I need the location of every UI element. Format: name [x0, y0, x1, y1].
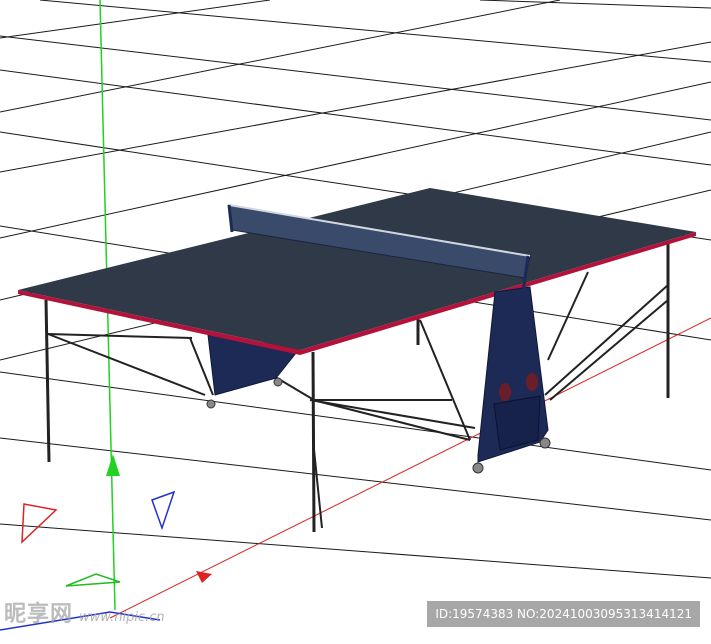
gizmo-red: [21, 503, 58, 544]
image-id-bar: ID:19574383 NO:20241003095313414121: [427, 601, 700, 627]
watermark: 昵享网 www.nipic.cn: [4, 596, 165, 628]
gizmo-blue: [151, 490, 176, 531]
watermark-brand: 昵享网: [4, 602, 74, 627]
y-axis-arrow-icon[interactable]: [106, 454, 120, 476]
ping-pong-table[interactable]: [18, 188, 696, 533]
table-top: [18, 188, 696, 350]
3d-viewport[interactable]: [0, 0, 711, 640]
x-axis-arrow-icon[interactable]: [196, 571, 212, 583]
paddle-left: [499, 383, 511, 401]
paddle-right: [526, 373, 538, 391]
watermark-url: www.nipic.cn: [79, 610, 165, 625]
gizmo-green: [65, 573, 121, 587]
